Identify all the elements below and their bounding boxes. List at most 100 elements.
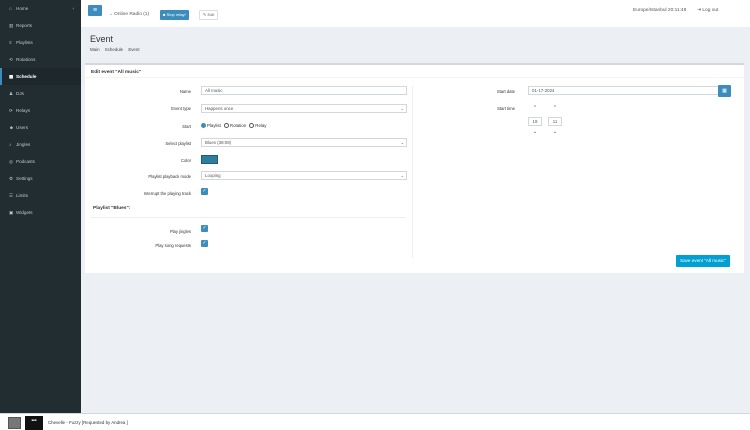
sidebar: ⌂ Home ‹ ▥ Reports ≡ Playlists ⟲ Rotatio…: [0, 0, 81, 413]
color-label: Color: [180, 158, 191, 163]
hour-input[interactable]: 19: [528, 117, 542, 126]
interrupt-checkbox[interactable]: ✓: [201, 188, 208, 195]
sidebar-item-label: Schedule: [16, 74, 37, 79]
play-requests-label: Play song requests: [155, 243, 191, 248]
hour-up-button[interactable]: ⌃: [530, 105, 540, 111]
breadcrumb-event: Event: [128, 47, 140, 52]
chevron-up-icon: ⌃: [552, 105, 558, 111]
djs-icon: ♟: [9, 90, 14, 96]
calendar-button[interactable]: ▦: [718, 85, 731, 97]
reports-icon: ▥: [9, 22, 14, 28]
sidebar-item-label: Widgets: [16, 210, 33, 215]
chevron-down-icon: ⌄: [532, 129, 538, 135]
sidebar-item-label: Rotations: [16, 57, 36, 62]
hamburger-menu-button[interactable]: ≡: [88, 5, 102, 16]
jingles-icon: ♪: [9, 142, 12, 147]
radio-unselected-icon: [249, 123, 255, 129]
check-icon: ✓: [202, 225, 207, 231]
sidebar-item-label: Settings: [16, 176, 33, 181]
top-navbar: ≡ → Online Radio (1) ■ Stop relay! ✎ Edi…: [81, 0, 750, 27]
color-picker[interactable]: [201, 155, 218, 164]
playback-mode-select[interactable]: Looping ⌄: [201, 171, 407, 180]
edit-label: Edit: [207, 12, 215, 17]
column-divider: [412, 86, 413, 258]
radio-selector-label: Online Radio (1): [114, 12, 150, 17]
start-date-input[interactable]: 01-17-2024: [528, 86, 719, 95]
logout-link[interactable]: ⇥ Log out: [697, 8, 718, 13]
sidebar-item-label: Reports: [16, 23, 33, 28]
sidebar-item-playlists[interactable]: ≡ Playlists: [0, 34, 81, 51]
sidebar-item-label: Podcasts: [16, 159, 35, 164]
play-requests-checkbox[interactable]: ✓: [201, 240, 208, 247]
breadcrumb-main[interactable]: Main: [90, 47, 100, 52]
minute-input[interactable]: 11: [548, 117, 562, 126]
start-label: Start: [182, 124, 191, 129]
arrow-right-icon: →: [108, 12, 113, 17]
stop-relay-label: Stop relay!: [166, 12, 186, 17]
radio-playlist[interactable]: Playlist: [201, 123, 221, 129]
name-label: Name: [179, 89, 191, 94]
pencil-icon: ✎: [203, 12, 207, 17]
sidebar-item-users[interactable]: ☻ Users: [0, 119, 81, 136]
event-type-value: Happens once: [205, 106, 234, 111]
breadcrumb-schedule[interactable]: Schedule: [105, 47, 123, 52]
sidebar-item-widgets[interactable]: ▣ Widgets: [0, 204, 81, 221]
widgets-icon: ▣: [9, 209, 14, 215]
radio-rotation-label: Rotation: [229, 123, 247, 128]
interrupt-label: Interrupt the playing track: [143, 191, 191, 196]
rotations-icon: ⟲: [9, 56, 13, 62]
start-radio-group: Playlist Rotation Relay: [201, 123, 267, 129]
sidebar-item-schedule[interactable]: ▦ Schedule: [0, 68, 81, 85]
sidebar-item-label: Playlists: [16, 40, 33, 45]
event-type-select[interactable]: Happens once ⌄: [201, 104, 407, 113]
sidebar-item-label: Limits: [16, 193, 28, 198]
cover-art-placeholder: [8, 417, 21, 429]
radio-playlist-label: Playlist: [207, 123, 221, 128]
divider: [91, 217, 406, 218]
sidebar-item-rotations[interactable]: ⟲ Rotations: [0, 51, 81, 68]
radio-rotation[interactable]: Rotation: [223, 123, 247, 129]
minute-down-button[interactable]: ⌄: [550, 129, 560, 135]
name-input[interactable]: All music: [201, 86, 407, 95]
box-title: Edit event "All music": [91, 70, 142, 75]
sidebar-item-jingles[interactable]: ♪ Jingles: [0, 136, 81, 153]
divider: [85, 77, 744, 78]
sidebar-item-limits[interactable]: ☰ Limits: [0, 187, 81, 204]
playlist-select[interactable]: Blues (38:08) ⌄: [201, 138, 407, 147]
event-type-label: Event type: [171, 106, 191, 111]
player-footer: ■■■ Chevelle - Fuzzy [Requested by Andre…: [0, 413, 750, 430]
chevron-down-icon: ⌄: [552, 129, 558, 135]
edit-radio-button[interactable]: ✎ Edit: [199, 10, 219, 20]
sidebar-item-label: Relays: [16, 108, 31, 113]
playlist-section-heading: Playlist "Blues":: [93, 206, 131, 211]
sidebar-item-podcasts[interactable]: ◎ Podcasts: [0, 153, 81, 170]
radio-relay[interactable]: Relay: [249, 123, 267, 129]
chevron-up-icon: ⌃: [532, 105, 538, 111]
sidebar-item-home[interactable]: ⌂ Home ‹: [0, 0, 81, 17]
podcasts-icon: ◎: [9, 158, 14, 164]
timezone-clock: Europe/Istanbul 20:11:48: [633, 8, 687, 13]
sidebar-item-reports[interactable]: ▥ Reports: [0, 17, 81, 34]
save-event-button[interactable]: Save event "All music": [676, 255, 730, 267]
stop-relay-button[interactable]: ■ Stop relay!: [160, 10, 189, 20]
logout-icon: ⇥: [697, 8, 702, 13]
schedule-icon: ▦: [9, 73, 14, 79]
calendar-icon: ▦: [722, 88, 727, 94]
play-jingles-checkbox[interactable]: ✓: [201, 225, 208, 232]
select-playlist-label: Select playlist: [165, 141, 191, 146]
hour-down-button[interactable]: ⌄: [530, 129, 540, 135]
page-title: Event: [90, 34, 114, 44]
sidebar-item-settings[interactable]: ⚙ Settings: [0, 170, 81, 187]
limits-icon: ☰: [9, 192, 14, 198]
sidebar-item-label: Home: [16, 6, 29, 11]
chevron-down-icon: ⌄: [400, 173, 404, 178]
radio-selector[interactable]: → Online Radio (1): [108, 12, 149, 17]
playlist-select-value: Blues (38:08): [205, 140, 232, 145]
minute-up-button[interactable]: ⌃: [550, 105, 560, 111]
sidebar-item-djs[interactable]: ♟ DJs: [0, 85, 81, 102]
start-time-label: Start time: [497, 106, 515, 111]
chevron-left-icon: ‹: [72, 6, 74, 11]
radio-relay-label: Relay: [255, 123, 267, 128]
radio-selected-icon: [201, 123, 206, 129]
sidebar-item-relays[interactable]: ⟳ Relays: [0, 102, 81, 119]
